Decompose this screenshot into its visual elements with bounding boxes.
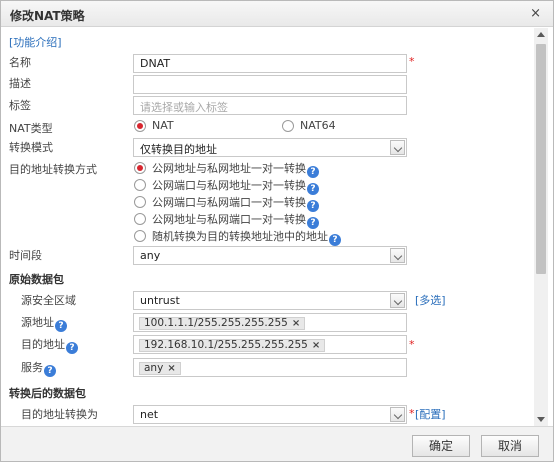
dst-addr-required-mark: *: [409, 338, 415, 351]
help-icon[interactable]: ?: [55, 320, 67, 332]
desc-label: 描述: [9, 77, 31, 90]
nat-type-radio-nat[interactable]: [134, 120, 146, 132]
service-field[interactable]: any ×: [133, 358, 407, 377]
nat-policy-dialog: 修改NAT策略 × [功能介绍] 名称 DNAT * 描述 标签 请选择或输入标…: [0, 0, 554, 462]
dialog-footer: 确定 取消: [1, 426, 553, 461]
name-input[interactable]: DNAT: [133, 54, 407, 73]
chevron-down-icon[interactable]: [390, 407, 405, 422]
nat-type-option-nat: NAT: [152, 119, 174, 132]
tag-remove-icon[interactable]: ×: [312, 340, 320, 351]
src-addr-tag: 100.1.1.1/255.255.255.255 ×: [139, 317, 306, 330]
dst-addr-tag: 192.168.10.1/255.255.255.255 ×: [139, 339, 326, 352]
dst-mode-option-5: 随机转换为目的转换地址池中的地址?: [152, 228, 341, 246]
dst-mode-option-3: 公网端口与私网端口一对一转换?: [152, 194, 319, 212]
src-zone-select[interactable]: untrust: [133, 291, 407, 310]
src-addr-field[interactable]: 100.1.1.1/255.255.255.255 ×: [133, 313, 407, 332]
dst-trans-label: 目的地址转换为: [21, 408, 98, 421]
dst-addr-field[interactable]: 192.168.10.1/255.255.255.255 ×: [133, 335, 407, 354]
help-icon[interactable]: ?: [44, 365, 56, 377]
mode-select-value: 仅转换目的地址: [140, 143, 217, 156]
dst-mode-option-2: 公网端口与私网地址一对一转换?: [152, 177, 319, 195]
chevron-down-icon[interactable]: [390, 248, 405, 263]
time-select-value: any: [140, 249, 161, 262]
help-icon[interactable]: ?: [66, 342, 78, 354]
nat-type-radio-nat64[interactable]: [282, 120, 294, 132]
time-label: 时间段: [9, 249, 42, 262]
dst-addr-label: 目的地址?: [21, 336, 78, 354]
dst-mode-radio-3[interactable]: [134, 196, 146, 208]
mode-select[interactable]: 仅转换目的地址: [133, 138, 407, 157]
scroll-up-icon[interactable]: [534, 28, 548, 42]
nat-type-option-nat64: NAT64: [300, 119, 336, 132]
desc-input[interactable]: [133, 75, 407, 94]
dst-mode-radio-2[interactable]: [134, 179, 146, 191]
vertical-scrollbar[interactable]: [534, 28, 548, 426]
service-label: 服务?: [21, 359, 56, 377]
tag-remove-icon[interactable]: ×: [167, 363, 175, 374]
feature-intro-link[interactable]: [功能介绍]: [9, 34, 62, 50]
mode-label: 转换模式: [9, 141, 53, 154]
dst-mode-radio-4[interactable]: [134, 213, 146, 225]
multi-select-link[interactable]: [多选]: [415, 292, 446, 308]
translated-packet-heading: 转换后的数据包: [9, 387, 86, 400]
original-packet-heading: 原始数据包: [9, 273, 64, 286]
config-link[interactable]: [配置]: [415, 406, 446, 422]
dst-mode-radio-1[interactable]: [134, 162, 146, 174]
name-required-mark: *: [409, 55, 415, 68]
help-icon[interactable]: ?: [329, 234, 341, 246]
dst-mode-option-4: 公网地址与私网端口一对一转换?: [152, 211, 319, 229]
dialog-title: 修改NAT策略: [10, 9, 85, 23]
dst-trans-value: net: [140, 408, 159, 421]
scrollbar-thumb[interactable]: [536, 44, 546, 274]
cancel-button[interactable]: 取消: [481, 435, 539, 457]
name-label: 名称: [9, 56, 31, 69]
dst-trans-select[interactable]: net: [133, 405, 407, 424]
dst-mode-option-1: 公网地址与私网地址一对一转换?: [152, 160, 319, 178]
src-zone-value: untrust: [140, 294, 180, 307]
ok-button[interactable]: 确定: [412, 435, 470, 457]
tag-input[interactable]: 请选择或输入标签: [133, 96, 407, 115]
tag-remove-icon[interactable]: ×: [292, 318, 300, 329]
dst-mode-radio-5[interactable]: [134, 230, 146, 242]
dst-trans-required-mark: *: [409, 407, 415, 420]
chevron-down-icon[interactable]: [390, 140, 405, 155]
close-icon[interactable]: ×: [530, 6, 541, 21]
dst-mode-label: 目的地址转换方式: [9, 163, 97, 176]
service-tag: any ×: [139, 362, 181, 375]
tag-label: 标签: [9, 99, 31, 112]
dialog-titlebar: 修改NAT策略 ×: [1, 1, 553, 27]
time-select[interactable]: any: [133, 246, 407, 265]
nat-type-label: NAT类型: [9, 122, 53, 135]
dialog-body: [功能介绍] 名称 DNAT * 描述 标签 请选择或输入标签 NAT类型 NA…: [1, 28, 553, 426]
chevron-down-icon[interactable]: [390, 293, 405, 308]
src-zone-label: 源安全区域: [21, 294, 76, 307]
scroll-down-icon[interactable]: [534, 412, 548, 426]
src-addr-label: 源地址?: [21, 314, 67, 332]
